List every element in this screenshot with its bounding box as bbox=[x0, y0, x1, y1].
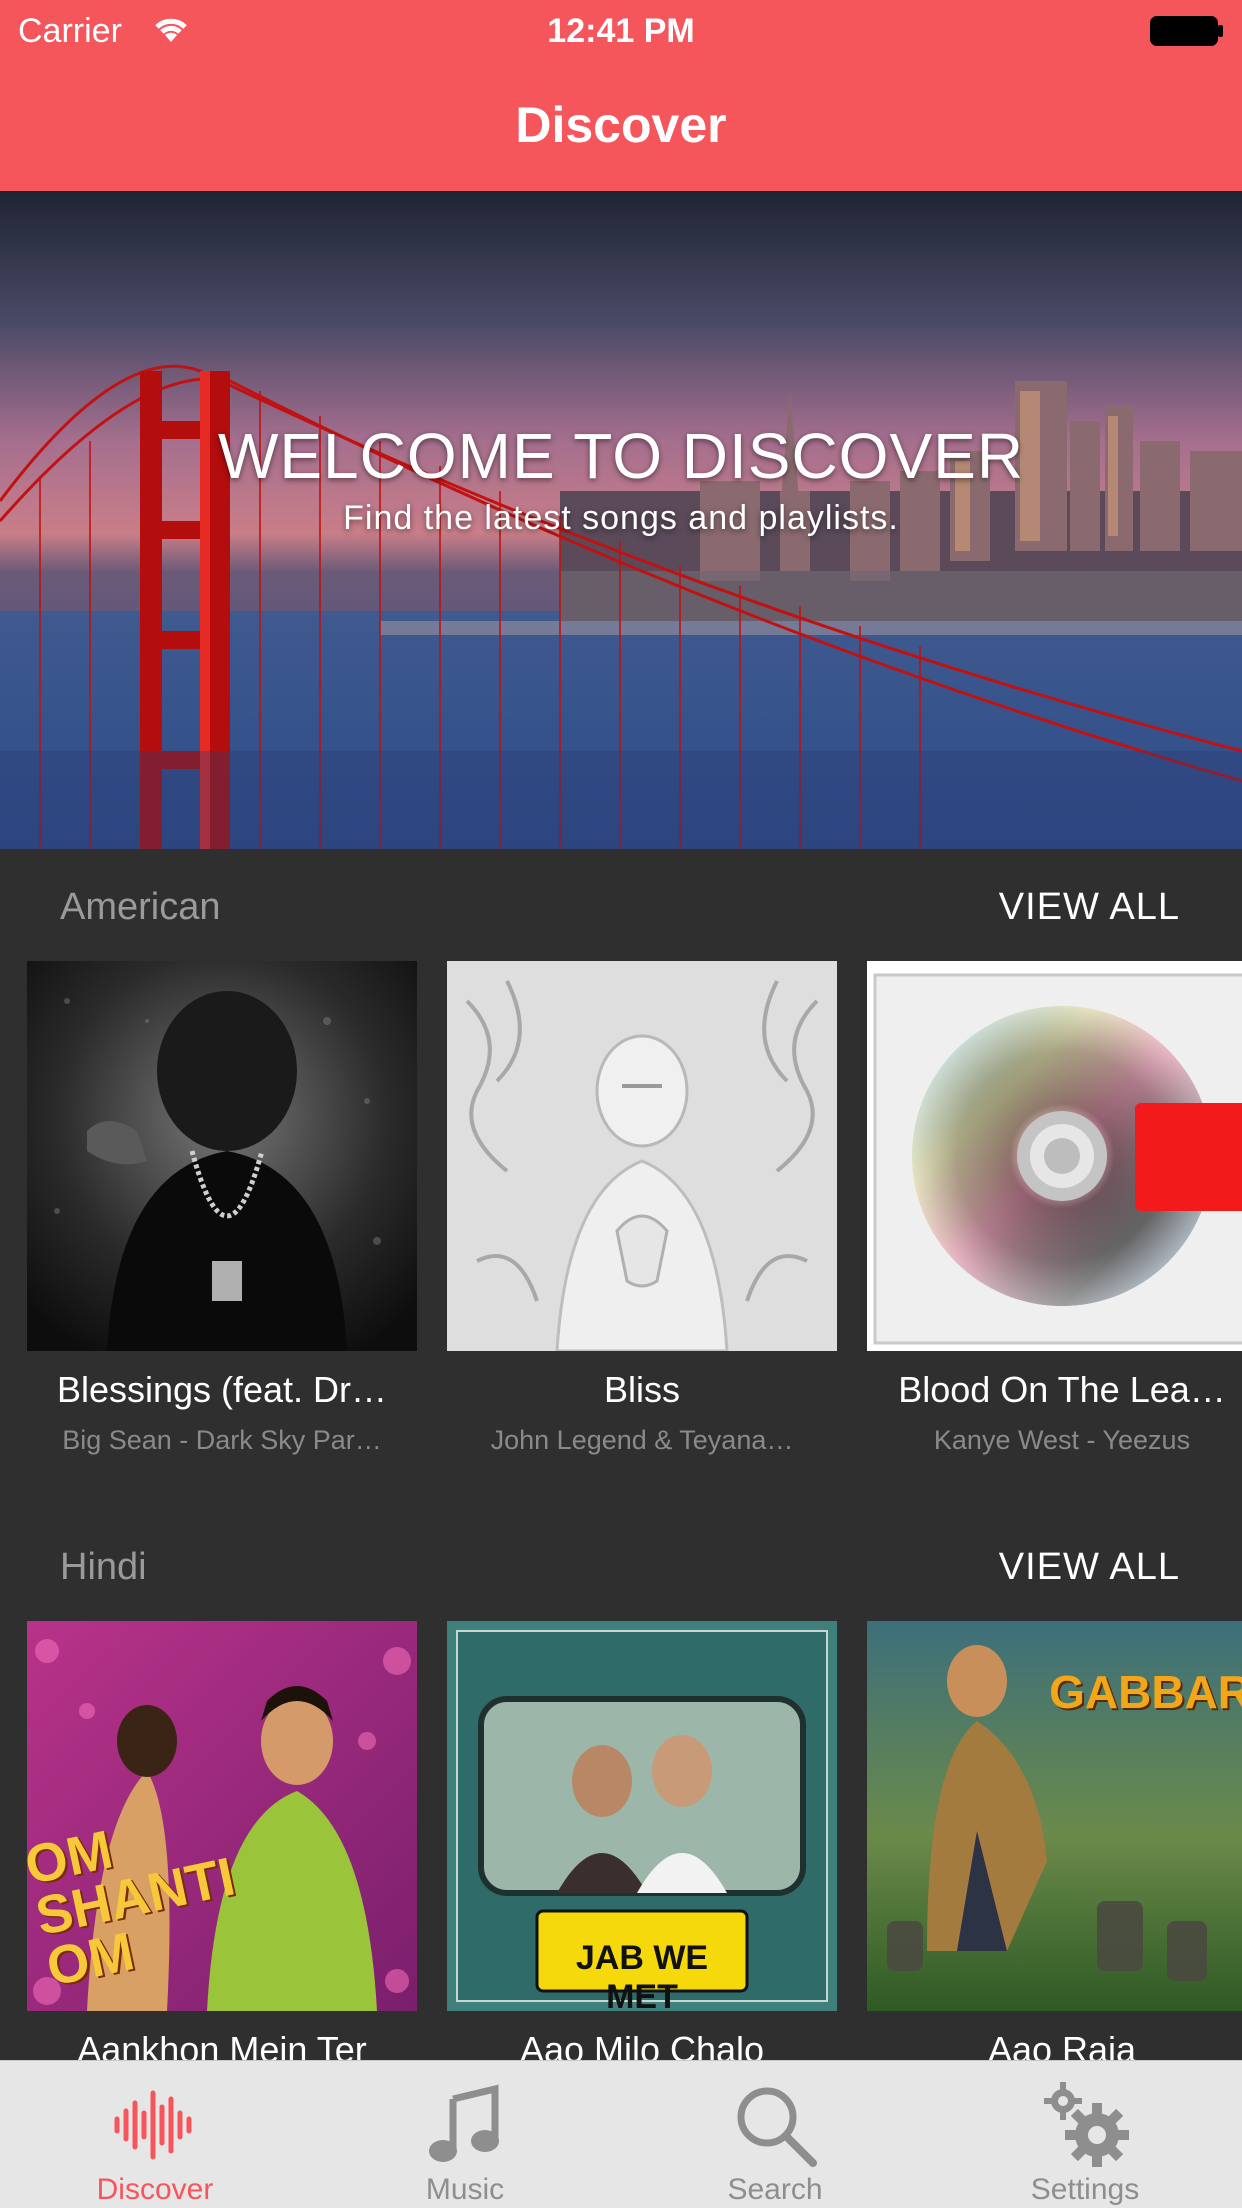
tab-settings[interactable]: Settings bbox=[930, 2061, 1240, 2208]
tab-music[interactable]: Music bbox=[310, 2061, 620, 2208]
clock: 12:41 PM bbox=[547, 12, 695, 50]
section-title-american: American bbox=[60, 886, 221, 928]
album-art: GABBAR bbox=[867, 1621, 1242, 2011]
album-title: Blessings (feat. Dr… bbox=[56, 1369, 388, 1410]
album-title: Blood On The Lea… bbox=[898, 1369, 1226, 1410]
page-title: Discover bbox=[515, 97, 727, 153]
album-cover-text: JAB WE MET bbox=[575, 1939, 709, 2011]
tab-label: Music bbox=[425, 2173, 505, 2206]
tab-label: Settings bbox=[1030, 2173, 1140, 2206]
tab-label: Search bbox=[727, 2173, 823, 2206]
album-cover-text: GABBAR bbox=[1049, 1666, 1242, 1718]
view-all-hindi-button[interactable]: VIEW ALL bbox=[999, 1546, 1180, 1589]
tab-discover[interactable]: Discover bbox=[0, 2061, 310, 2208]
view-all-american-button[interactable]: VIEW ALL bbox=[999, 886, 1180, 929]
album-subtitle: Kanye West - Yeezus bbox=[933, 1425, 1191, 1455]
album-art: JAB WE MET bbox=[447, 1621, 837, 2011]
waveform-icon bbox=[114, 2090, 192, 2160]
gear-icon bbox=[1044, 2082, 1129, 2167]
album-art bbox=[447, 961, 837, 1351]
battery-icon bbox=[1150, 16, 1223, 46]
music-note-icon bbox=[429, 2084, 499, 2162]
album-subtitle: John Legend & Teyana… bbox=[490, 1425, 794, 1455]
navigation-header: Carrier 12:41 PM Discover bbox=[0, 0, 1242, 191]
section-title-hindi: Hindi bbox=[60, 1546, 147, 1588]
album-art: OM SHANTI OM bbox=[27, 1621, 417, 2011]
search-icon bbox=[737, 2087, 817, 2167]
album-title: Bliss bbox=[603, 1369, 680, 1410]
hero-banner: WELCOME TO DISCOVER Find the latest song… bbox=[0, 191, 1242, 849]
status-bar: Carrier 12:41 PM bbox=[0, 0, 1242, 60]
album-subtitle: Big Sean - Dark Sky Par… bbox=[62, 1425, 382, 1455]
hero-title: WELCOME TO DISCOVER bbox=[217, 420, 1025, 492]
album-art bbox=[27, 961, 417, 1351]
tab-search[interactable]: Search bbox=[620, 2061, 930, 2208]
album-art bbox=[867, 961, 1242, 1351]
tab-bar: Discover Music Search Settings bbox=[0, 2060, 1242, 2208]
tab-label: Discover bbox=[96, 2173, 214, 2206]
hero-subtitle: Find the latest songs and playlists. bbox=[343, 499, 899, 537]
